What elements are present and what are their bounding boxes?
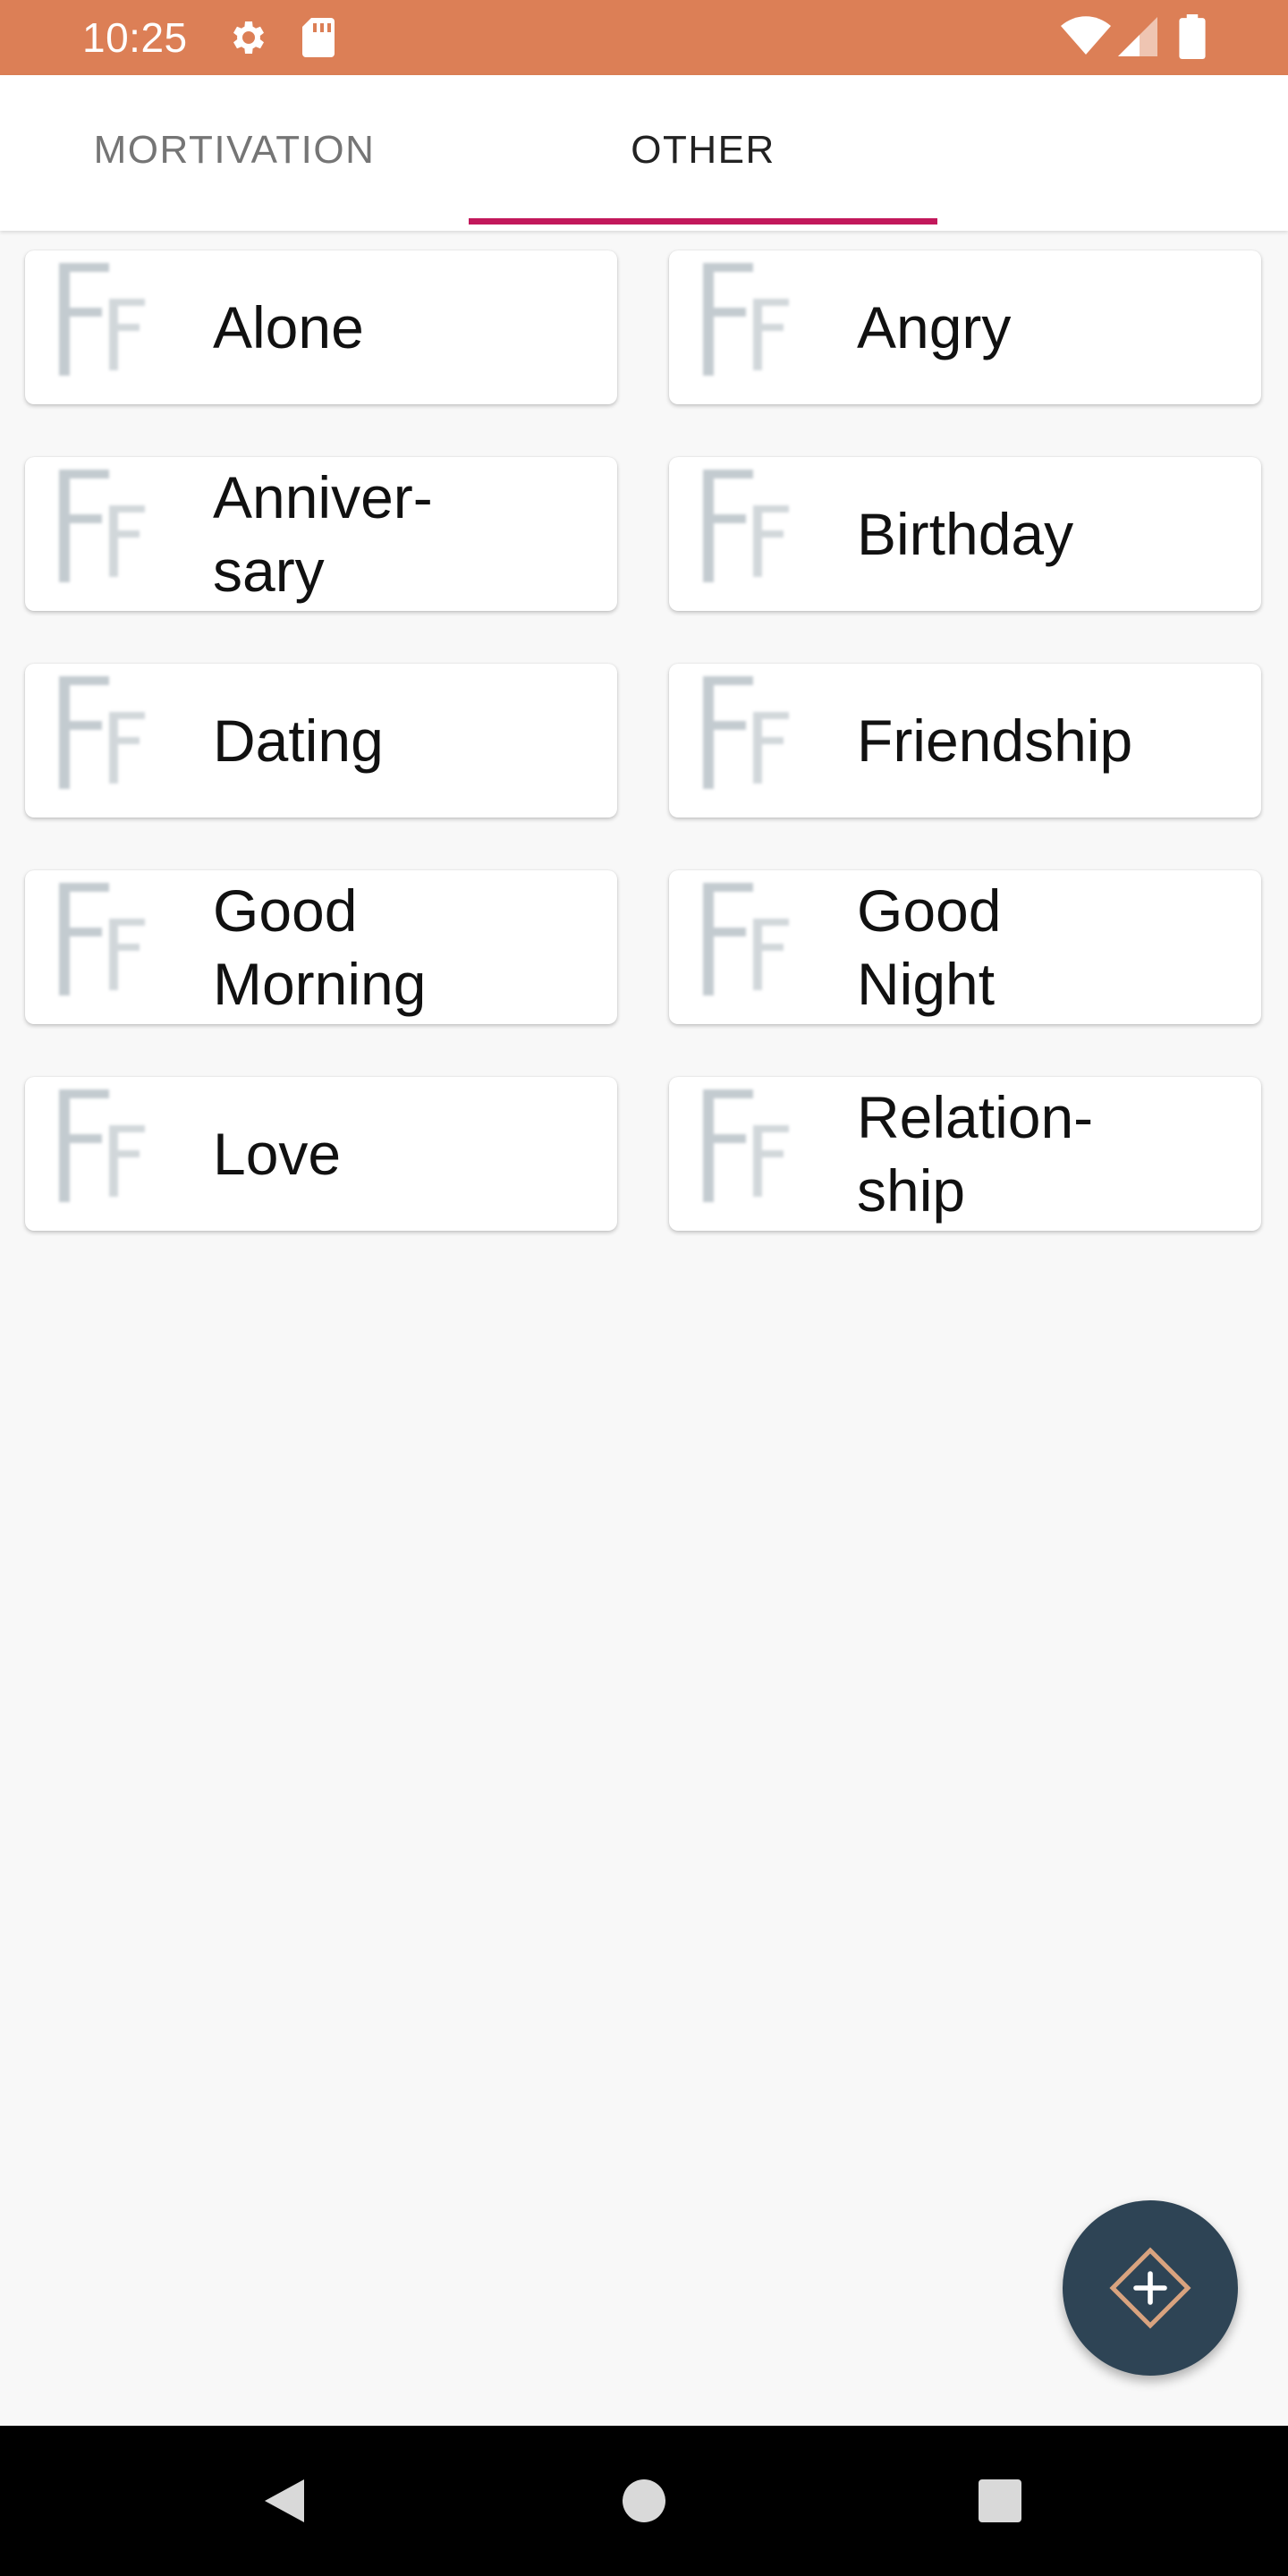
- category-card-love[interactable]: Love: [25, 1077, 617, 1231]
- category-label: Relation- ship: [857, 1084, 1094, 1224]
- category-label: Birthday: [857, 501, 1074, 567]
- status-time: 10:25: [82, 14, 188, 61]
- category-card-relationship[interactable]: Relation- ship: [669, 1077, 1261, 1231]
- category-label: Dating: [213, 708, 384, 774]
- category-logo-icon: [703, 470, 789, 582]
- sd-card-icon: [302, 18, 335, 57]
- category-card-friendship[interactable]: Friendship: [669, 664, 1261, 818]
- category-logo-icon: [703, 883, 789, 996]
- category-label: Angry: [857, 294, 1012, 360]
- category-label: Friendship: [857, 708, 1133, 774]
- category-logo-icon: [703, 676, 789, 789]
- category-logo-icon: [59, 1089, 145, 1202]
- category-logo-icon: [59, 263, 145, 376]
- tab-indicator: [469, 218, 937, 225]
- back-icon[interactable]: [258, 2474, 311, 2528]
- recent-apps-icon[interactable]: [973, 2474, 1027, 2528]
- status-bar: 10:25: [0, 0, 1288, 75]
- category-card-anniversary[interactable]: Anniver- sary: [25, 457, 617, 611]
- category-logo-icon: [59, 676, 145, 789]
- add-fab-button[interactable]: [1063, 2200, 1238, 2376]
- category-card-birthday[interactable]: Birthday: [669, 457, 1261, 611]
- tab-mortivation[interactable]: MORTIVATION: [0, 75, 469, 225]
- battery-icon: [1179, 14, 1206, 59]
- category-card-angry[interactable]: Angry: [669, 250, 1261, 404]
- category-card-good-morning[interactable]: Good Morning: [25, 870, 617, 1024]
- category-label: Alone: [213, 294, 364, 360]
- gear-icon: [233, 21, 264, 54]
- navigation-bar: [0, 2426, 1288, 2576]
- signal-icon: [1118, 17, 1157, 56]
- category-logo-icon: [703, 1089, 789, 1202]
- wifi-icon: [1061, 16, 1111, 55]
- category-card-alone[interactable]: Alone: [25, 250, 617, 404]
- category-logo-icon: [703, 263, 789, 376]
- tab-bar: MORTIVATION OTHER: [0, 75, 1288, 231]
- category-logo-icon: [59, 883, 145, 996]
- category-label: Good Night: [857, 877, 1002, 1017]
- category-label: Anniver- sary: [213, 464, 433, 604]
- category-label: Good Morning: [213, 877, 427, 1017]
- category-label: Love: [213, 1121, 342, 1187]
- category-logo-icon: [59, 470, 145, 582]
- home-icon[interactable]: [617, 2474, 671, 2528]
- category-card-dating[interactable]: Dating: [25, 664, 617, 818]
- category-card-good-night[interactable]: Good Night: [669, 870, 1261, 1024]
- add-diamond-icon: [1109, 2247, 1191, 2329]
- tab-other[interactable]: OTHER: [469, 75, 937, 225]
